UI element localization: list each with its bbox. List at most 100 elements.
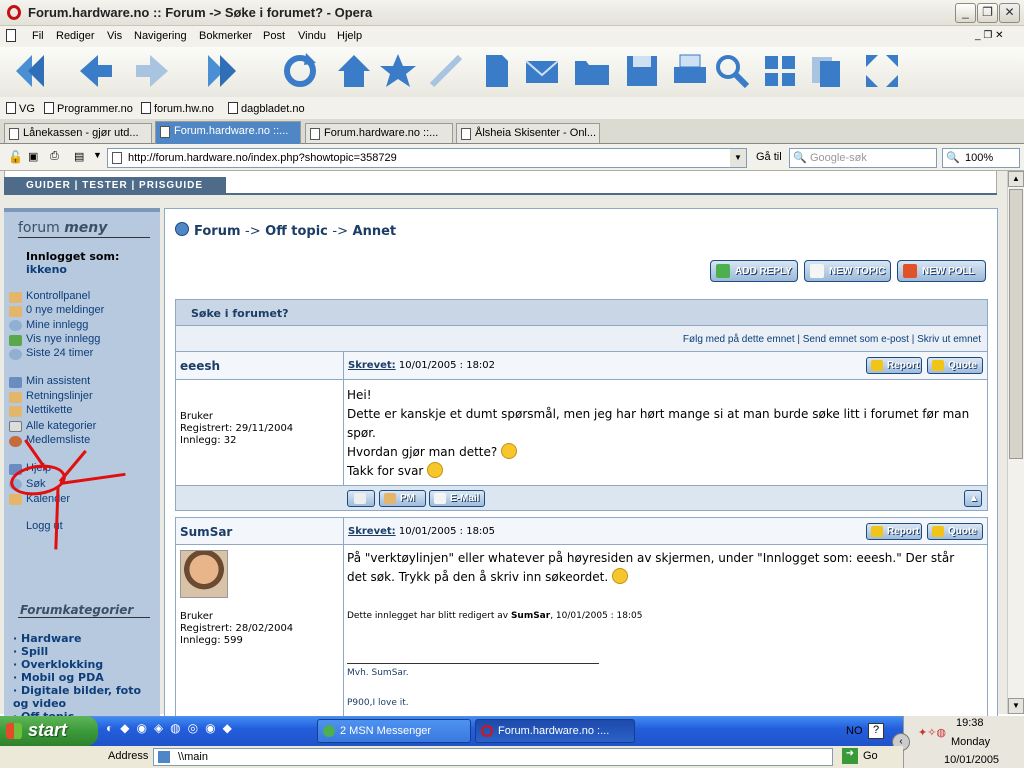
menu-post[interactable]: Post bbox=[263, 30, 285, 42]
home-icon[interactable] bbox=[334, 51, 374, 91]
bookmark-forum-hw[interactable]: forum.hw.no bbox=[141, 102, 214, 115]
breadcrumb-off-topic[interactable]: Off topic bbox=[265, 224, 328, 239]
link-alle-kategorier[interactable]: Alle kategorier bbox=[26, 420, 96, 432]
link-retningslinjer[interactable]: Retningslinjer bbox=[26, 390, 93, 402]
back-to-top-button[interactable]: ▲ bbox=[964, 490, 982, 507]
link-siste-24-timer[interactable]: Siste 24 timer bbox=[26, 347, 93, 359]
page-scrollbar[interactable]: ▲ ▼ bbox=[1007, 171, 1024, 714]
fast-forward-icon[interactable] bbox=[200, 51, 240, 91]
bookmark-star-icon[interactable] bbox=[378, 51, 418, 91]
save-icon[interactable] bbox=[622, 51, 662, 91]
menu-rediger[interactable]: Rediger bbox=[56, 30, 95, 42]
forward-icon[interactable] bbox=[132, 51, 172, 91]
tab-forum-active[interactable]: Forum.hardware.no ::... bbox=[155, 121, 301, 144]
url-input[interactable]: http://forum.hardware.no/index.php?showt… bbox=[107, 148, 747, 168]
menu-fil[interactable]: Fil bbox=[32, 30, 44, 42]
post-author[interactable]: SumSar bbox=[180, 525, 232, 539]
windows-icon[interactable] bbox=[760, 51, 800, 91]
link-min-assistent[interactable]: Min assistent bbox=[26, 375, 90, 387]
bookmark-vg[interactable]: VG bbox=[6, 102, 35, 115]
chevron-down-icon[interactable]: ▼ bbox=[93, 150, 102, 160]
close-window-button[interactable]: ✕ bbox=[999, 3, 1020, 23]
folder-icon[interactable] bbox=[572, 51, 612, 91]
link-nye-meldinger[interactable]: 0 nye meldinger bbox=[26, 304, 104, 316]
add-reply-button[interactable]: ADD REPLY bbox=[710, 260, 798, 282]
breadcrumb-annet[interactable]: Annet bbox=[353, 224, 397, 239]
bookmark-icon bbox=[228, 102, 238, 114]
help-icon[interactable]: ? bbox=[868, 723, 884, 739]
document-icon[interactable] bbox=[476, 51, 516, 91]
link-vis-nye-innlegg[interactable]: Vis nye innlegg bbox=[26, 333, 100, 345]
url-dropdown-icon[interactable]: ▼ bbox=[730, 149, 746, 167]
menu-hjelp[interactable]: Hjelp bbox=[337, 30, 362, 42]
scroll-up-button[interactable]: ▲ bbox=[1008, 171, 1024, 187]
tray-icons[interactable]: ✦✧◍ bbox=[918, 726, 946, 739]
taskbar-go-button[interactable]: Go bbox=[863, 750, 878, 762]
link-nettikette[interactable]: Nettikette bbox=[26, 404, 72, 416]
pen-icon[interactable] bbox=[426, 51, 466, 91]
back-double-icon[interactable] bbox=[12, 51, 52, 91]
tab-minimize-button[interactable]: _ ❐ ✕ bbox=[975, 30, 1003, 41]
bookmark-programmer[interactable]: Programmer.no bbox=[44, 102, 133, 115]
menu-vis[interactable]: Vis bbox=[107, 30, 122, 42]
print-icon[interactable] bbox=[670, 51, 710, 91]
go-arrow-icon[interactable]: ➜ bbox=[842, 748, 858, 764]
category-digitale-bilder[interactable]: · Digitale bilder, foto og video bbox=[13, 684, 153, 710]
print-small-icon[interactable]: ⎙ bbox=[50, 150, 59, 163]
profile-button[interactable] bbox=[347, 490, 375, 507]
report-button[interactable]: Report bbox=[866, 523, 922, 540]
mail-icon[interactable] bbox=[522, 51, 562, 91]
zoom-select[interactable]: 🔍 100% bbox=[942, 148, 1020, 168]
menu-vindu[interactable]: Vindu bbox=[298, 30, 326, 42]
link-kontrollpanel[interactable]: Kontrollpanel bbox=[26, 290, 90, 302]
security-lock-icon[interactable]: 🔓 bbox=[8, 150, 23, 164]
scroll-down-button[interactable]: ▼ bbox=[1008, 698, 1024, 714]
email-button[interactable]: E-Mail bbox=[429, 490, 485, 507]
restore-button[interactable]: ❐ bbox=[977, 3, 998, 23]
camera-icon[interactable]: ▣ bbox=[28, 150, 38, 163]
username-link[interactable]: ikkeno bbox=[26, 263, 67, 276]
task-msn[interactable]: 2 MSN Messenger bbox=[317, 719, 471, 743]
task-forum[interactable]: Forum.hardware.no :... bbox=[475, 719, 635, 743]
menu-navigering[interactable]: Navigering bbox=[134, 30, 187, 42]
copy-icon[interactable] bbox=[806, 51, 846, 91]
category-hardware[interactable]: · Hardware bbox=[13, 632, 153, 645]
reply-icon bbox=[716, 264, 730, 278]
scroll-thumb[interactable] bbox=[1009, 189, 1023, 459]
bookmark-dagbladet[interactable]: dagbladet.no bbox=[228, 102, 305, 115]
taskbar-address-input[interactable]: \\main bbox=[153, 748, 833, 766]
category-mobil[interactable]: · Mobil og PDA bbox=[13, 671, 153, 684]
category-overklokking[interactable]: · Overklokking bbox=[13, 658, 153, 671]
page-small-icon[interactable]: ▤ bbox=[74, 150, 84, 163]
language-indicator[interactable]: NO bbox=[846, 725, 863, 737]
new-topic-button[interactable]: NEW TOPIC bbox=[804, 260, 891, 282]
pm-button[interactable]: PM bbox=[379, 490, 426, 507]
start-button[interactable]: start bbox=[0, 716, 98, 746]
site-nav[interactable]: GUIDER | TESTER | PRISGUIDE bbox=[4, 177, 226, 195]
search-input[interactable]: 🔍 Google-søk bbox=[789, 148, 937, 168]
written-label[interactable]: Skrevet: bbox=[348, 526, 396, 537]
minimize-button[interactable]: _ bbox=[955, 3, 976, 23]
reload-icon[interactable] bbox=[280, 51, 320, 91]
new-poll-button[interactable]: NEW POLL bbox=[897, 260, 986, 282]
written-label[interactable]: Skrevet: bbox=[348, 360, 396, 371]
post-author[interactable]: eeesh bbox=[180, 359, 220, 373]
breadcrumb-forum[interactable]: Forum bbox=[194, 224, 241, 239]
topic-options[interactable]: Følg med på dette emnet | Send emnet som… bbox=[175, 326, 988, 352]
category-spill[interactable]: · Spill bbox=[13, 645, 153, 658]
topic-title: Søke i forumet? bbox=[175, 299, 988, 326]
quick-launch-icons[interactable]: ◐◆◉◈◍◎◉◆ bbox=[106, 721, 292, 741]
report-button[interactable]: Report bbox=[866, 357, 922, 374]
fullscreen-icon[interactable] bbox=[862, 51, 902, 91]
tab-lanekassen[interactable]: Lånekassen - gjør utd... bbox=[4, 123, 152, 143]
go-button[interactable]: Gå til bbox=[756, 151, 782, 163]
back-icon[interactable] bbox=[76, 51, 116, 91]
menu-bokmerker[interactable]: Bokmerker bbox=[199, 30, 252, 42]
link-medlemsliste[interactable]: Medlemsliste bbox=[26, 434, 90, 446]
quote-button[interactable]: Quote bbox=[927, 523, 983, 540]
link-mine-innlegg[interactable]: Mine innlegg bbox=[26, 319, 88, 331]
tab-alsheia[interactable]: Ålsheia Skisenter - Onl... bbox=[456, 123, 600, 143]
quote-button[interactable]: Quote bbox=[927, 357, 983, 374]
search-icon[interactable] bbox=[712, 51, 752, 91]
tab-forum-2[interactable]: Forum.hardware.no ::... bbox=[305, 123, 453, 143]
